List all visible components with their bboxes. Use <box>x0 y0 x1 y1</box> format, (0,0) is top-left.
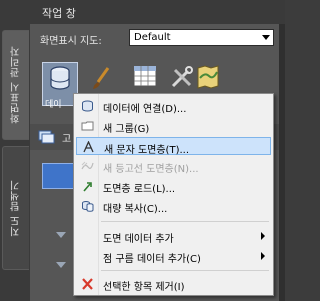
menu-item-label: 선택한 항목 제거(I) <box>103 282 185 293</box>
expand-triangle-icon[interactable] <box>56 262 66 268</box>
display-map-select[interactable]: Default <box>129 29 274 46</box>
menu-item-label: 새 등고선 도면층(N)... <box>103 164 199 175</box>
menu-item-bulk-copy[interactable]: 대량 복사(C)... <box>76 197 271 215</box>
brush-icon <box>93 67 110 89</box>
chevron-down-icon <box>262 35 270 40</box>
submenu-arrow-icon <box>261 232 265 240</box>
table-icon <box>133 65 157 87</box>
data-button-label: 데이 <box>45 100 62 110</box>
menu-item-label: 새 문자 도면층(T)... <box>104 145 190 156</box>
menu-item-new-contour-layer[interactable]: 새 등고선 도면층(N)... <box>76 157 271 175</box>
menu-item-label: 대량 복사(C)... <box>103 204 168 215</box>
menu-item-label: 데이터에 연결(D)... <box>103 104 187 115</box>
layer-tree-header-text: 고 <box>62 134 72 145</box>
table-button[interactable] <box>132 64 160 92</box>
panel-scrollbar[interactable] <box>279 24 285 301</box>
map-icon <box>197 65 219 89</box>
contour-layer-icon <box>81 161 94 170</box>
tab-map-explorer-label: 지도 탐색기 <box>10 179 22 237</box>
menu-item-add-point-cloud[interactable]: 점 구름 데이터 추가(C) <box>76 247 271 265</box>
text-layer-icon <box>83 141 94 153</box>
menu-item-label: 도면 데이터 추가 <box>103 234 174 245</box>
menu-item-label: 점 구름 데이터 추가(C) <box>103 254 201 265</box>
tools-button[interactable] <box>168 64 196 92</box>
tab-map-explorer[interactable]: 지도 탐색기 <box>2 146 29 270</box>
menu-item-connect-data[interactable]: 데이터에 연결(D)... <box>76 97 271 115</box>
side-tab-strip: 화면표시 관리자 지도 탐색기 <box>0 0 30 301</box>
submenu-arrow-icon <box>261 252 265 260</box>
task-pane-title: 작업 창 <box>42 7 76 20</box>
layers-icon <box>38 130 55 144</box>
database-icon <box>50 66 70 90</box>
bulk-copy-icon <box>82 201 94 212</box>
tools-icon <box>171 66 193 88</box>
tab-display-manager-label: 화면표시 관리자 <box>10 46 22 124</box>
menu-item-label: 도면층 로드(L)... <box>103 184 176 195</box>
menu-item-remove-selected[interactable]: 선택한 항목 제거(I) <box>76 275 271 293</box>
menu-item-new-group[interactable]: 새 그룹(G) <box>76 117 271 135</box>
context-menu: 데이터에 연결(D)... 새 그룹(G) 새 문자 도면층(T)... 새 등… <box>73 93 274 296</box>
remove-icon <box>82 278 93 290</box>
menu-separator <box>101 221 269 222</box>
display-map-label: 화면표시 지도: <box>40 36 102 47</box>
style-button[interactable] <box>88 64 116 92</box>
display-map-select-value: Default <box>134 32 171 43</box>
tab-display-manager[interactable]: 화면표시 관리자 <box>2 30 29 140</box>
menu-item-new-text-layer[interactable]: 새 문자 도면층(T)... <box>76 137 271 156</box>
menu-separator <box>101 270 269 271</box>
expand-triangle-icon[interactable] <box>56 232 66 238</box>
menu-item-add-drawing-data[interactable]: 도면 데이터 추가 <box>76 227 271 245</box>
menu-item-load-layer[interactable]: 도면층 로드(L)... <box>76 177 271 195</box>
map-button[interactable] <box>196 64 224 92</box>
folder-icon <box>81 121 94 131</box>
menu-item-label: 새 그룹(G) <box>103 124 150 135</box>
task-pane-titlebar: 작업 창 <box>30 0 285 24</box>
layer-load-icon <box>83 182 92 192</box>
database-connect-icon <box>82 100 93 112</box>
